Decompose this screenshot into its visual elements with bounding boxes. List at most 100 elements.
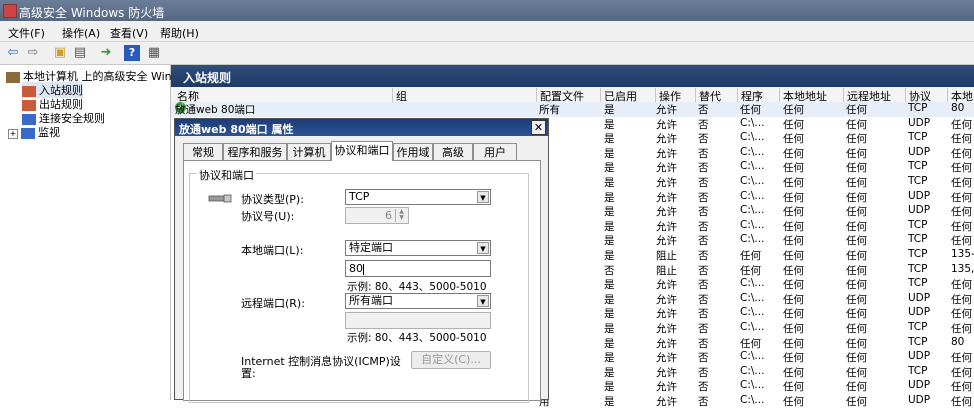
cell-local-port: 任何	[951, 162, 972, 175]
cell-local-address: 任何	[783, 118, 804, 131]
cell-remote-address: 任何	[846, 220, 867, 233]
cell-enabled: 是	[604, 366, 615, 379]
tab-advanced[interactable]: 高级	[433, 143, 473, 160]
cell-local-port: 任何	[951, 133, 972, 146]
col-profile[interactable]: 配置文件	[536, 88, 600, 103]
cell-enabled: 是	[604, 235, 615, 248]
cell-local-address: 任何	[783, 308, 804, 321]
cell-remote-address: 任何	[846, 279, 867, 292]
cell-local-address: 任何	[783, 220, 804, 233]
cell-action: 允许	[656, 176, 677, 189]
cell-local-port: 任何	[951, 293, 972, 306]
close-icon[interactable]: ✕	[531, 120, 546, 135]
cell-override: 否	[698, 176, 709, 189]
show-hide-icon[interactable]: ▤	[72, 45, 88, 61]
remote-port-select[interactable]: 所有端口 ▼	[345, 293, 491, 309]
cell-local-port: 任何	[951, 206, 972, 219]
cell-remote-address: 任何	[846, 337, 867, 350]
cell-action: 允许	[656, 366, 677, 379]
col-action[interactable]: 操作	[655, 88, 695, 103]
cell-protocol: TCP	[908, 277, 928, 290]
cell-enabled: 是	[604, 104, 615, 116]
cell-local-port: 任何	[951, 220, 972, 233]
column-headers: 名称 组 配置文件 已启用 操作 替代 程序 本地地址 远程地址 协议 本地	[171, 87, 974, 103]
cell-program: C:\...	[740, 218, 765, 231]
cell-profile: 所有	[539, 104, 560, 116]
local-port-select[interactable]: 特定端口 ▼	[345, 240, 491, 256]
cell-action: 允许	[656, 220, 677, 233]
back-icon[interactable]: ⇦	[5, 45, 21, 61]
cell-local-address: 任何	[783, 381, 804, 394]
customize-button[interactable]: 自定义(C)...	[411, 351, 491, 369]
cell-program: C:\...	[740, 204, 765, 217]
cell-enabled: 是	[604, 352, 615, 365]
cell-action: 允许	[656, 293, 677, 306]
tab-programs-services[interactable]: 程序和服务	[223, 143, 287, 160]
tree-item-monitoring[interactable]: + 监视	[8, 124, 60, 140]
cell-local-port: 任何	[951, 322, 972, 335]
protocol-number-label: 协议号(U):	[241, 210, 295, 223]
cell-enabled: 是	[604, 162, 615, 175]
up-folder-icon[interactable]: ▣	[52, 45, 68, 61]
cell-local-address: 任何	[783, 366, 804, 379]
forward-icon[interactable]: ⇨	[25, 45, 41, 61]
menu-help[interactable]: 帮助(H)	[160, 25, 199, 41]
help-icon[interactable]: ?	[124, 45, 140, 61]
col-program[interactable]: 程序	[737, 88, 779, 103]
cell-remote-address: 任何	[846, 366, 867, 379]
cell-program: 任何	[740, 264, 761, 277]
remote-port-label: 远程端口(R):	[241, 297, 305, 310]
cell-action: 允许	[656, 322, 677, 335]
tab-general[interactable]: 常规	[183, 143, 223, 160]
tab-scope[interactable]: 作用域	[393, 143, 433, 160]
col-override[interactable]: 替代	[695, 88, 737, 103]
cell-remote-address: 任何	[846, 104, 867, 116]
tab-users[interactable]: 用户	[473, 143, 517, 160]
cell-remote-address: 任何	[846, 206, 867, 219]
cell-program: C:\...	[740, 145, 765, 158]
menu-file[interactable]: 文件(F)	[8, 25, 45, 41]
col-protocol[interactable]: 协议	[905, 88, 947, 103]
cell-enabled: 是	[604, 395, 615, 408]
export-icon[interactable]: ➜	[98, 45, 114, 61]
expand-icon[interactable]: +	[8, 129, 18, 139]
tab-computers[interactable]: 计算机	[287, 143, 331, 160]
col-remote-address[interactable]: 远程地址	[843, 88, 905, 103]
cell-local-port: 任何	[951, 352, 972, 365]
cell-protocol: UDP	[908, 116, 931, 129]
cell-protocol: TCP	[908, 320, 928, 333]
cell-protocol: TCP	[908, 364, 928, 377]
protocol-type-label: 协议类型(P):	[241, 193, 304, 206]
col-group[interactable]: 组	[392, 88, 536, 103]
cell-remote-address: 任何	[846, 118, 867, 131]
protocol-type-select[interactable]: TCP ▼	[345, 189, 491, 205]
cell-enabled: 否	[604, 264, 615, 277]
cell-action: 阻止	[656, 264, 677, 277]
cell-local-port: 80	[951, 102, 965, 114]
cell-local-port: 任何	[951, 176, 972, 189]
cell-enabled: 是	[604, 206, 615, 219]
inbound-rules-icon	[22, 85, 36, 97]
properties-icon[interactable]: ▦	[146, 45, 162, 61]
col-name[interactable]: 名称	[174, 88, 392, 103]
cell-program: C:\...	[740, 174, 765, 187]
menu-action[interactable]: 操作(A)	[62, 25, 100, 41]
col-local-address[interactable]: 本地地址	[779, 88, 843, 103]
local-port-input[interactable]: 80	[345, 260, 491, 277]
chevron-down-icon: ▼	[477, 242, 489, 254]
tab-protocols-ports[interactable]: 协议和端口	[331, 141, 393, 161]
remote-port-input[interactable]	[345, 312, 491, 329]
cell-override: 否	[698, 104, 709, 116]
col-local-port[interactable]: 本地	[947, 88, 974, 103]
cell-local-address: 任何	[783, 147, 804, 160]
cell-enabled: 是	[604, 337, 615, 350]
cell-action: 允许	[656, 118, 677, 131]
cell-protocol: TCP	[908, 247, 928, 260]
table-row[interactable]: ✓ 放通web 80端口 所有 是 允许 否 任何 任何 任何 TCP 80	[171, 102, 974, 117]
menu-view[interactable]: 查看(V)	[110, 25, 148, 41]
chevron-down-icon: ▼	[477, 295, 489, 307]
protocol-number-stepper[interactable]: 6 ▲ ▼	[345, 207, 409, 224]
col-enabled[interactable]: 已启用	[600, 88, 655, 103]
spinner-icon[interactable]: ▲ ▼	[395, 209, 407, 222]
cell-action: 允许	[656, 104, 677, 116]
